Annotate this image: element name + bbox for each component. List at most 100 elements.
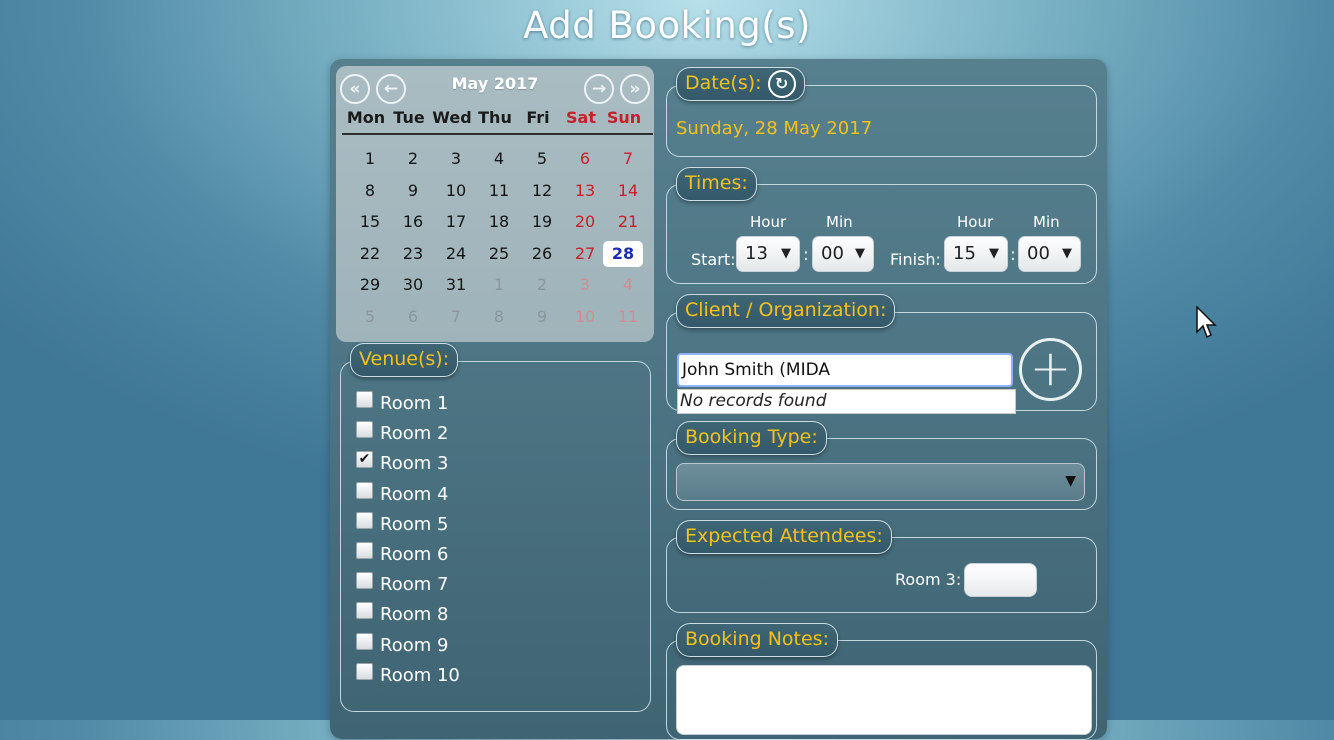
calendar-day[interactable]: 31	[436, 272, 476, 298]
add-client-button[interactable]: +	[1019, 338, 1082, 401]
finish-hour-select[interactable]: 15 ▼	[944, 236, 1008, 272]
booking-notes-textarea[interactable]	[676, 665, 1092, 735]
weekday-header: Sat	[566, 108, 596, 127]
calendar-day[interactable]: 9	[393, 178, 433, 204]
venue-checkbox[interactable]	[356, 421, 373, 439]
finish-min-select[interactable]: 00 ▼	[1018, 236, 1081, 272]
calendar-day[interactable]: 13	[565, 178, 605, 204]
calendar-day[interactable]: 8	[479, 304, 519, 330]
finish-hour-value: 15	[953, 243, 976, 264]
calendar-day[interactable]: 21	[608, 209, 648, 235]
finish-min-value: 00	[1027, 243, 1050, 264]
calendar-day[interactable]: 5	[522, 146, 562, 172]
calendar-day[interactable]: 25	[479, 241, 519, 267]
booking-type-select[interactable]: ▼	[676, 463, 1085, 501]
calendar-day[interactable]: 19	[522, 209, 562, 235]
selected-date: Sunday, 28 May 2017	[676, 118, 873, 139]
calendar-day[interactable]: 22	[350, 241, 390, 267]
start-hour-select[interactable]: 13 ▼	[736, 236, 800, 272]
finish-hour-label: Hour	[957, 213, 994, 231]
calendar-day[interactable]: 27	[565, 241, 605, 267]
venue-label: Room 7	[380, 574, 449, 596]
venue-checkbox[interactable]	[356, 602, 373, 620]
finish-time-colon: :	[1010, 245, 1016, 265]
attendees-room-label: Room 3:	[895, 570, 962, 589]
calendar-day[interactable]: 5	[350, 304, 390, 330]
chevron-down-icon: ▼	[855, 246, 865, 261]
weekday-header: Wed	[432, 108, 472, 127]
venue-checkbox[interactable]	[356, 662, 373, 680]
calendar-day[interactable]: 4	[479, 146, 519, 172]
calendar-day[interactable]: 10	[436, 178, 476, 204]
start-hour-value: 13	[745, 243, 768, 264]
attendees-room-input[interactable]	[964, 563, 1037, 597]
calendar-day[interactable]: 11	[608, 304, 648, 330]
venue-checkbox[interactable]	[356, 632, 373, 650]
weekday-header: Tue	[393, 108, 425, 127]
venue-label: Room 6	[380, 544, 449, 565]
notes-legend: Booking Notes:	[676, 623, 838, 657]
weekday-header: Sun	[606, 108, 642, 127]
calendar-day[interactable]: 1	[350, 146, 390, 172]
calendar-day[interactable]: 6	[393, 304, 433, 330]
calendar-day[interactable]: 10	[565, 304, 605, 330]
calendar-day[interactable]: 16	[393, 209, 433, 235]
redo-arrow-icon[interactable]: ↻	[767, 69, 796, 98]
venue-label: Room 9	[380, 634, 449, 656]
calendar-day[interactable]: 12	[522, 178, 562, 204]
calendar-day[interactable]: 6	[565, 146, 605, 172]
calendar-day[interactable]: 3	[565, 272, 605, 298]
calendar-day[interactable]: 20	[565, 209, 605, 235]
start-min-select[interactable]: 00 ▼	[812, 236, 874, 272]
calendar-day[interactable]: 29	[350, 272, 390, 298]
calendar-day[interactable]: 2	[393, 146, 433, 172]
venue-label: Room 10	[380, 664, 460, 686]
venue-checkbox[interactable]	[356, 572, 373, 590]
calendar-day[interactable]: 30	[393, 272, 433, 298]
dates-legend: Date(s): ↻	[676, 67, 805, 101]
venues-legend: Venue(s):	[350, 343, 459, 377]
start-hour-label: Hour	[750, 213, 787, 231]
calendar-day[interactable]: 28	[603, 240, 643, 267]
start-time-colon: :	[803, 245, 809, 265]
calendar-day[interactable]: 2	[522, 272, 562, 298]
venue-checkbox[interactable]: ✔	[356, 451, 373, 469]
double-arrow-right-icon: »	[629, 78, 641, 99]
chevron-down-icon: ▼	[781, 246, 791, 261]
calendar-day[interactable]: 7	[608, 146, 648, 172]
chevron-down-icon: ▼	[989, 246, 999, 261]
venue-checkbox[interactable]	[356, 481, 373, 499]
last-month-button[interactable]: »	[620, 74, 650, 104]
venue-checkbox[interactable]	[356, 391, 373, 408]
dates-legend-label: Date(s):	[685, 72, 762, 94]
venue-label: Room 1	[380, 393, 449, 414]
calendar-day[interactable]: 4	[608, 272, 648, 298]
next-month-button[interactable]: →	[584, 74, 614, 104]
calendar-day[interactable]: 11	[479, 178, 519, 204]
client-no-records: No records found	[677, 389, 1016, 414]
calendar-day[interactable]: 17	[436, 209, 476, 235]
venue-checkbox[interactable]	[356, 542, 373, 559]
calendar-day[interactable]: 24	[436, 241, 476, 267]
calendar-day[interactable]: 3	[436, 146, 476, 172]
venue-label: Room 8	[380, 604, 449, 626]
calendar-day[interactable]: 1	[479, 272, 519, 298]
calendar-day[interactable]: 7	[436, 304, 476, 330]
calendar-day[interactable]: 8	[350, 178, 390, 204]
chevron-down-icon: ▼	[1062, 246, 1072, 261]
page-title: Add Booking(s)	[523, 4, 811, 47]
calendar-day[interactable]: 23	[393, 241, 433, 267]
finish-label: Finish:	[890, 250, 941, 269]
start-min-label: Min	[826, 213, 853, 231]
calendar-day[interactable]: 18	[479, 209, 519, 235]
client-search-input[interactable]: John Smith (MIDA	[677, 353, 1013, 387]
weekday-header: Fri	[526, 108, 550, 127]
venue-checkbox[interactable]	[356, 511, 373, 529]
calendar-day[interactable]: 26	[522, 241, 562, 267]
calendar-day[interactable]: 14	[608, 178, 648, 204]
calendar-day[interactable]: 15	[350, 209, 390, 235]
start-min-value: 00	[821, 243, 844, 264]
venue-label: Room 5	[380, 513, 449, 535]
calendar-day[interactable]: 9	[522, 304, 562, 330]
booking-type-legend: Booking Type:	[676, 421, 827, 455]
